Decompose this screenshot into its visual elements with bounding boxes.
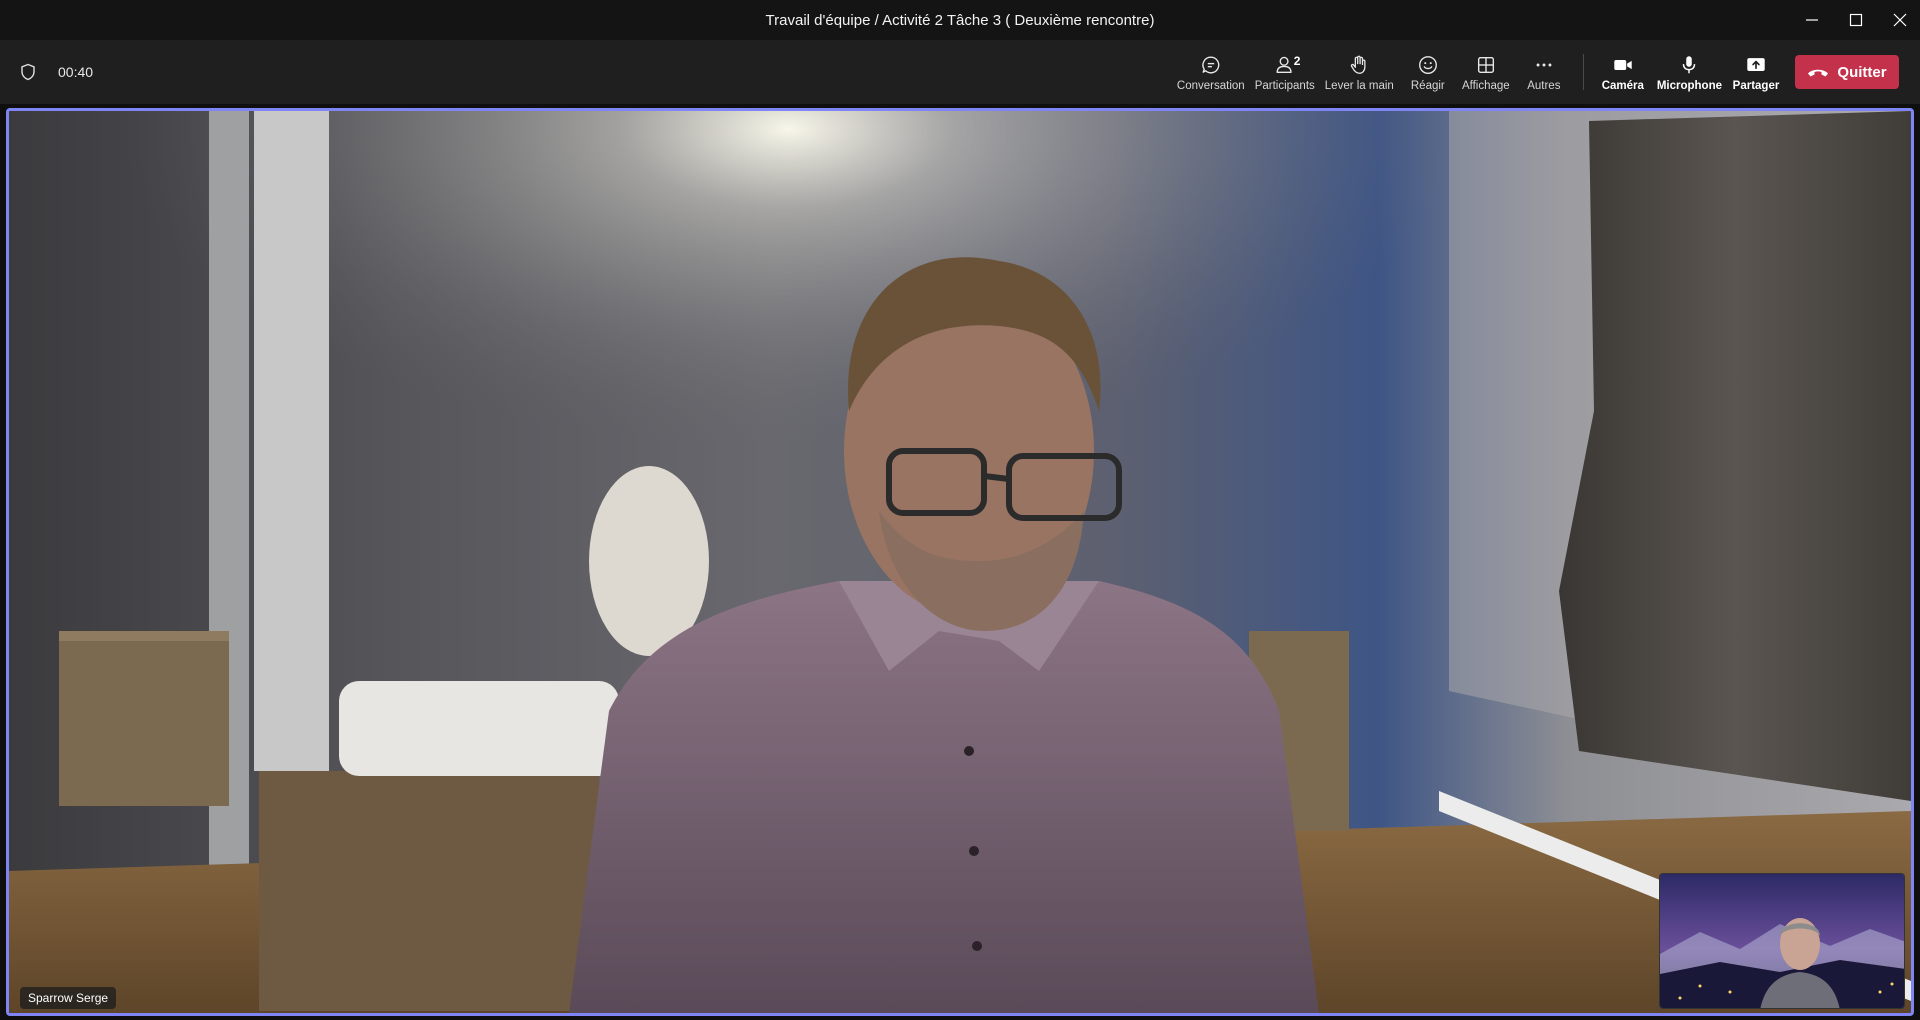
participants-button[interactable]: 2 Participants <box>1250 40 1320 104</box>
maximize-button[interactable] <box>1836 0 1876 40</box>
more-button[interactable]: Autres <box>1515 40 1573 104</box>
hand-icon <box>1351 55 1366 74</box>
grid-layout-icon <box>1477 56 1494 74</box>
leave-button[interactable]: Quitter <box>1795 55 1899 89</box>
camera-label: Caméra <box>1601 80 1644 92</box>
more-label: Autres <box>1527 80 1561 92</box>
conversation-label: Conversation <box>1176 80 1245 92</box>
chat-icon <box>1202 56 1220 74</box>
meeting-timer: 00:40 <box>58 64 94 80</box>
shield-icon[interactable] <box>20 63 36 81</box>
share-screen-icon <box>1747 58 1765 71</box>
microphone-icon <box>1683 56 1696 74</box>
window-controls <box>1788 0 1920 40</box>
raise-hand-label: Lever la main <box>1324 80 1394 92</box>
camera-button[interactable]: Caméra <box>1594 40 1652 104</box>
react-label: Réagir <box>1410 80 1445 92</box>
view-label: Affichage <box>1461 80 1510 92</box>
view-button[interactable]: Affichage <box>1457 40 1515 104</box>
smiley-icon <box>1418 56 1437 74</box>
self-video-frame <box>1660 874 1904 1008</box>
window-title: Travail d'équipe / Activité 2 Tâche 3 ( … <box>765 11 1155 29</box>
raise-hand-button[interactable]: Lever la main <box>1320 40 1399 104</box>
react-button[interactable]: Réagir <box>1399 40 1457 104</box>
people-icon <box>1276 56 1292 74</box>
video-stage: Sparrow Serge <box>6 108 1914 1016</box>
title-bar: Travail d'équipe / Activité 2 Tâche 3 ( … <box>0 0 1920 40</box>
microphone-label: Microphone <box>1656 80 1722 92</box>
more-dots-icon <box>1536 63 1552 67</box>
participants-count: 2 <box>1293 54 1301 68</box>
video-camera-icon <box>1614 59 1632 71</box>
speaker-name-tag: Sparrow Serge <box>20 987 117 1009</box>
meeting-toolbar: 00:40 Conversation 2 Participants Lever … <box>0 40 1920 104</box>
meeting-info: 00:40 <box>20 40 93 104</box>
hang-up-icon <box>1808 69 1829 77</box>
toolbar-divider <box>1582 54 1584 90</box>
toolbar-actions: Conversation 2 Participants Lever la mai… <box>1172 40 1920 104</box>
microphone-button[interactable]: Microphone <box>1652 40 1727 104</box>
leave-label: Quitter <box>1837 63 1887 81</box>
share-label: Partager <box>1732 80 1780 92</box>
share-button[interactable]: Partager <box>1727 40 1785 104</box>
speaker-video[interactable] <box>9 111 1911 1013</box>
close-icon <box>1893 13 1907 27</box>
self-video-preview[interactable] <box>1659 873 1905 1009</box>
minimize-icon <box>1806 19 1818 21</box>
speaker-video-frame <box>9 111 1911 1013</box>
speaker-name: Sparrow Serge <box>28 991 109 1005</box>
conversation-button[interactable]: Conversation <box>1172 40 1250 104</box>
minimize-button[interactable] <box>1792 0 1832 40</box>
participants-label: Participants <box>1254 80 1315 92</box>
maximize-icon <box>1849 13 1863 27</box>
close-button[interactable] <box>1880 0 1920 40</box>
